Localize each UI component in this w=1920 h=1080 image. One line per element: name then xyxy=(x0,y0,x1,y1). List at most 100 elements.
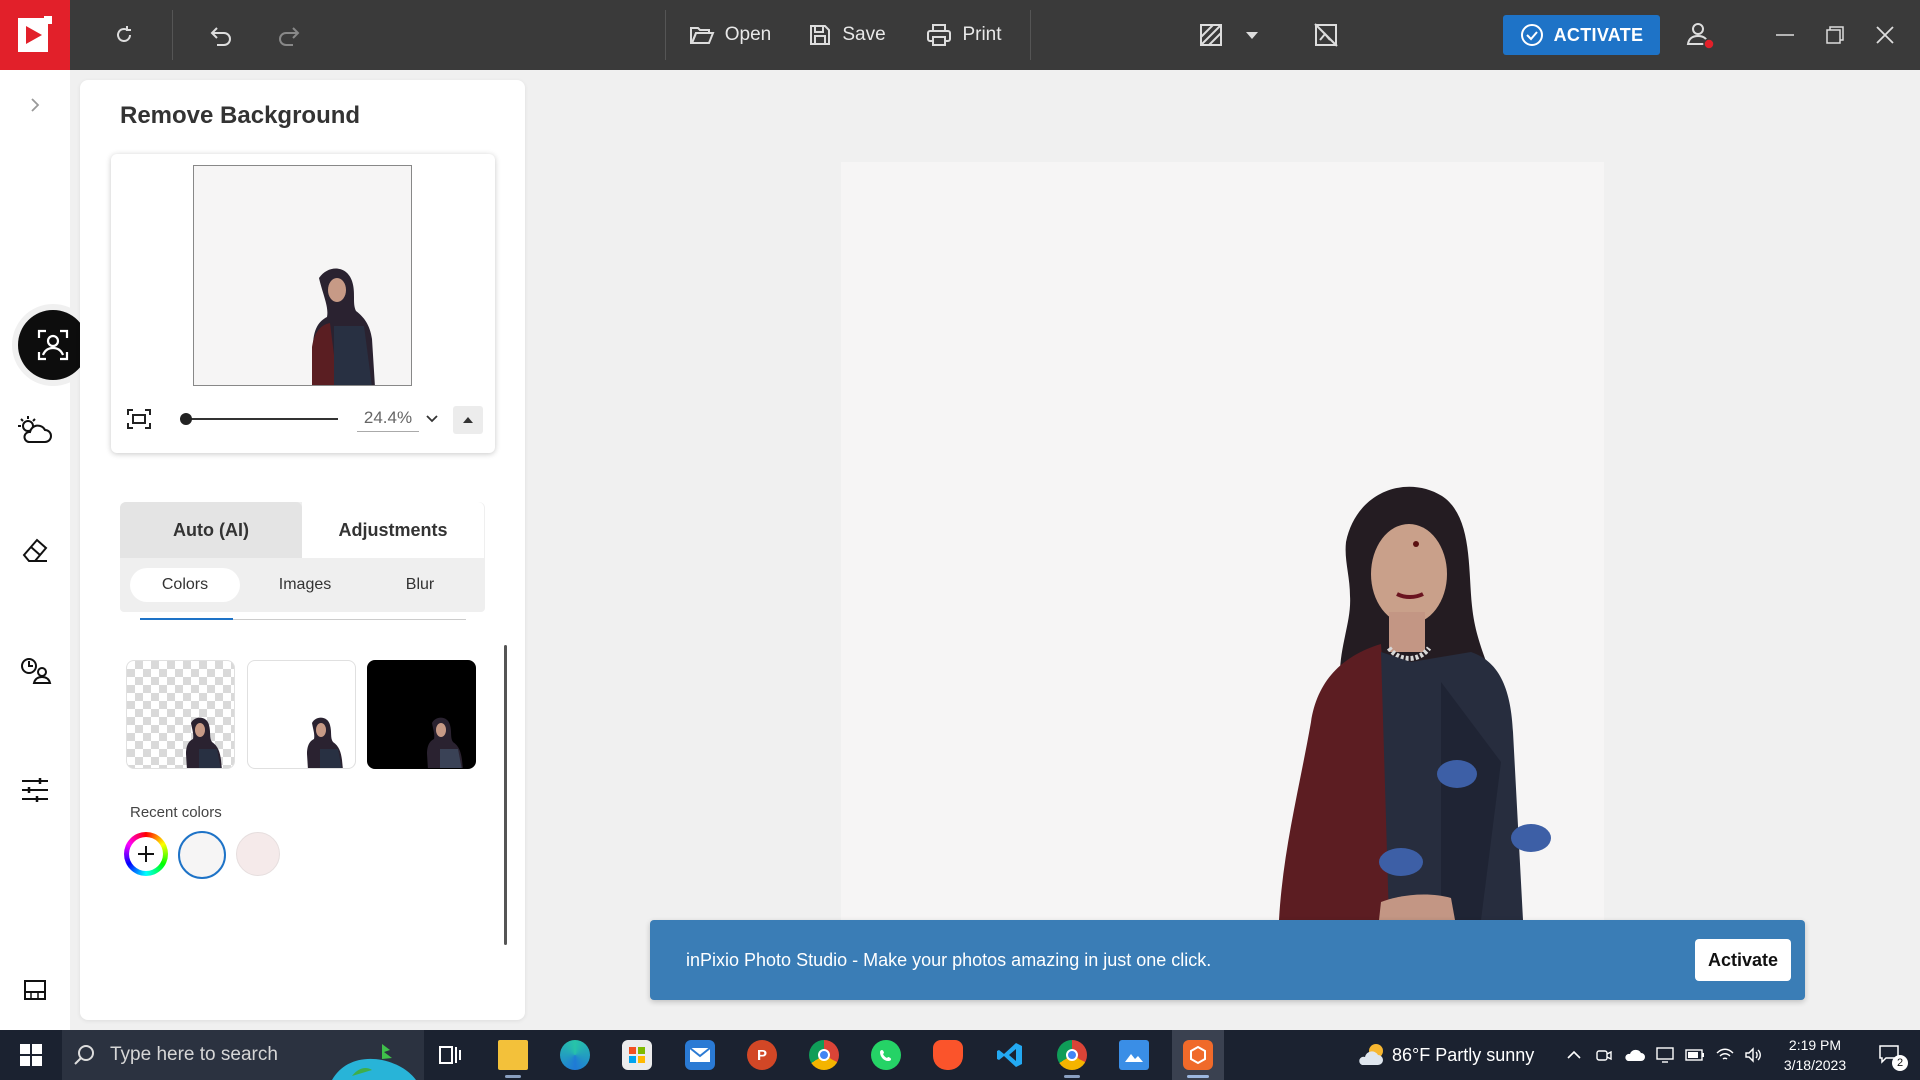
panel-scrollbar[interactable] xyxy=(504,645,507,945)
add-color-button[interactable] xyxy=(124,832,168,876)
panel-title: Remove Background xyxy=(120,102,361,129)
taskbar-chrome[interactable] xyxy=(800,1030,848,1080)
taskbar-powerpoint[interactable]: P xyxy=(738,1030,786,1080)
photos-icon xyxy=(1119,1040,1149,1070)
print-button[interactable]: Print xyxy=(922,0,1006,70)
restore-button[interactable] xyxy=(1820,0,1850,70)
add-color-inner xyxy=(129,837,163,871)
undo-button[interactable] xyxy=(200,0,240,70)
person-swatch-image xyxy=(307,717,343,768)
taskbar-store[interactable] xyxy=(613,1030,661,1080)
compare-button[interactable] xyxy=(1195,0,1227,70)
user-icon xyxy=(1686,23,1715,50)
notification-count-badge: 2 xyxy=(1892,1055,1908,1071)
taskbar-vscode[interactable] xyxy=(986,1030,1034,1080)
refresh-button[interactable] xyxy=(104,0,144,70)
zoom-slider-handle[interactable] xyxy=(180,413,192,425)
image-canvas[interactable] xyxy=(841,162,1604,920)
chevron-down-icon xyxy=(426,415,438,423)
swatch-transparent[interactable] xyxy=(126,660,235,769)
tray-battery[interactable] xyxy=(1682,1030,1708,1080)
monitor-icon xyxy=(1656,1047,1674,1063)
printer-icon xyxy=(927,24,952,46)
weather-text[interactable]: 86°F Partly sunny xyxy=(1392,1030,1534,1080)
save-button[interactable]: Save xyxy=(806,0,888,70)
taskbar-file-explorer[interactable] xyxy=(489,1030,537,1080)
tab-adjustments[interactable]: Adjustments xyxy=(302,502,484,558)
notification-center-button[interactable]: 2 xyxy=(1870,1030,1910,1080)
clock-date: 3/18/2023 xyxy=(1783,1057,1847,1073)
taskbar-task-view[interactable] xyxy=(426,1030,474,1080)
chrome-center xyxy=(818,1049,830,1061)
recent-color-1[interactable] xyxy=(178,831,226,879)
show-hidden-icons[interactable] xyxy=(1562,1030,1586,1080)
crop-off-button[interactable] xyxy=(1310,0,1342,70)
tab-auto-ai[interactable]: Auto (AI) xyxy=(120,502,302,558)
taskbar-clock[interactable]: 2:19 PM 3/18/2023 xyxy=(1770,1030,1860,1080)
app-logo xyxy=(0,0,70,70)
tray-volume[interactable] xyxy=(1740,1030,1766,1080)
activate-button[interactable]: ACTIVATE xyxy=(1503,15,1660,55)
save-icon xyxy=(810,25,831,45)
weather-widget-icon[interactable] xyxy=(1352,1030,1392,1080)
open-button[interactable]: Open xyxy=(685,0,775,70)
tray-display[interactable] xyxy=(1652,1030,1678,1080)
expand-rail-button[interactable] xyxy=(0,70,70,140)
divider xyxy=(233,619,466,620)
subtab-images[interactable]: Images xyxy=(250,568,360,602)
taskbar-chrome-profile[interactable] xyxy=(1048,1030,1096,1080)
minimize-button[interactable] xyxy=(1770,0,1800,70)
store-grid-icon xyxy=(629,1047,645,1063)
person-swatch-image xyxy=(186,717,222,768)
swatch-black[interactable] xyxy=(367,660,476,769)
divider xyxy=(1030,10,1031,60)
photomontage-tool[interactable] xyxy=(0,635,70,705)
chevron-right-icon xyxy=(31,98,40,112)
phone-icon xyxy=(880,1050,891,1061)
no-image-icon xyxy=(1314,23,1338,47)
collapse-navigator-button[interactable] xyxy=(453,406,483,434)
recent-color-2[interactable] xyxy=(236,832,280,876)
eraser-tool[interactable] xyxy=(0,515,70,585)
sliders-icon xyxy=(22,778,48,802)
start-button[interactable] xyxy=(10,1030,52,1080)
taskbar-mail[interactable] xyxy=(676,1030,724,1080)
remove-background-tool[interactable] xyxy=(18,310,88,380)
tray-onedrive[interactable] xyxy=(1620,1030,1648,1080)
taskbar-search-box[interactable]: Type here to search xyxy=(62,1030,424,1080)
filmstrip-toggle[interactable] xyxy=(0,955,70,1025)
powerpoint-icon: P xyxy=(747,1040,777,1070)
title-bar: Open Save Print ACTIVATE xyxy=(0,0,1920,70)
redo-button[interactable] xyxy=(270,0,310,70)
sky-tool[interactable] xyxy=(0,395,70,465)
account-button[interactable] xyxy=(1680,0,1720,70)
clock-time: 2:19 PM xyxy=(1788,1037,1842,1053)
mail-icon xyxy=(685,1040,715,1070)
banner-activate-button[interactable]: Activate xyxy=(1695,939,1791,981)
close-button[interactable] xyxy=(1870,0,1900,70)
whatsapp-icon xyxy=(871,1040,901,1070)
navigator-card: 24.4% xyxy=(111,154,495,453)
zoom-dropdown[interactable] xyxy=(420,407,444,431)
taskbar-photos[interactable] xyxy=(1110,1030,1158,1080)
taskbar-whatsapp[interactable] xyxy=(862,1030,910,1080)
tray-wifi[interactable] xyxy=(1712,1030,1738,1080)
compare-dropdown[interactable] xyxy=(1240,0,1264,70)
search-placeholder: Type here to search xyxy=(110,1044,278,1065)
tray-meet-now[interactable] xyxy=(1592,1030,1616,1080)
save-label: Save xyxy=(842,24,886,45)
zoom-slider-track[interactable] xyxy=(186,418,338,420)
taskbar-inpixio[interactable] xyxy=(1172,1030,1224,1080)
subtab-colors[interactable]: Colors xyxy=(130,568,240,602)
background-type-tabs: Colors Images Blur xyxy=(120,558,485,612)
navigator-thumbnail[interactable] xyxy=(193,165,412,386)
subtab-blur[interactable]: Blur xyxy=(365,568,475,602)
zoom-value[interactable]: 24.4% xyxy=(357,408,419,432)
person-photo-image xyxy=(1279,486,1551,920)
swatch-white[interactable] xyxy=(247,660,356,769)
check-circle-icon xyxy=(1520,24,1543,46)
taskbar-edge[interactable] xyxy=(551,1030,599,1080)
adjustments-tool[interactable] xyxy=(0,755,70,825)
taskbar-brave[interactable] xyxy=(924,1030,972,1080)
fit-to-screen-button[interactable] xyxy=(125,405,153,433)
